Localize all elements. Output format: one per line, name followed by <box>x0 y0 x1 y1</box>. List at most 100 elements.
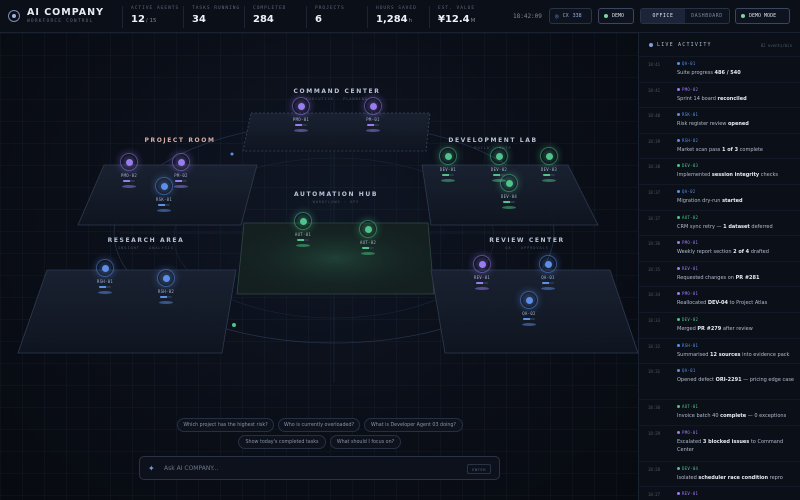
activity-item[interactable]: 18:33 DEV-02 Merged PR #279 after review <box>639 311 800 338</box>
agent-core-icon <box>495 152 503 160</box>
agent-id: QA-01 <box>541 275 555 280</box>
activity-item[interactable]: 18:27REV-01Approved design review System… <box>639 486 800 500</box>
panel-meta: 82 events/min <box>760 43 792 48</box>
activity-text-highlight: reconciled <box>717 95 747 102</box>
agent-aut-02[interactable]: AUT-02 <box>353 220 383 255</box>
activity-agent-id: DEV-03 <box>682 163 699 169</box>
activity-item[interactable]: 18:31 QA-01 Opened defect ORI-2291 — prici… <box>639 363 800 399</box>
activity-item[interactable]: 18:34 PMO-01 Reallocated DEV-04 to Project… <box>639 286 800 312</box>
agent-rsk-01[interactable]: RSK-01 <box>149 177 179 212</box>
activity-item[interactable]: 18:40 RSK-01 Risk register review opened <box>639 107 800 133</box>
cx-chip[interactable]: ◎ CX 338 <box>549 8 592 24</box>
agent-rev-01[interactable]: REV-01 <box>467 255 497 290</box>
agent-pmo-02[interactable]: PMO-02 <box>114 153 144 188</box>
suggestion-chip[interactable]: What is Developer Agent 03 doing? <box>364 418 463 432</box>
activity-item[interactable]: 18:29 PMO-01 Escalated 3 blocked issues to… <box>639 424 800 461</box>
enter-key-hint[interactable]: ENTER <box>467 464 491 474</box>
activity-time: 18:37 <box>648 215 661 221</box>
room-development-title: DEVELOPMENT LAB <box>448 137 538 144</box>
agent-aut-01[interactable]: AUT-01 <box>288 212 318 247</box>
suggestion-chip[interactable]: Who is currently overloaded? <box>278 418 360 432</box>
agent-dot-icon <box>677 292 680 296</box>
agent-qa-02[interactable]: QA-02 <box>514 291 544 326</box>
activity-item[interactable]: 18:32 RSH-01 Summarised 12 sources into ev… <box>639 337 800 364</box>
activity-agent-id: RSH-01 <box>682 342 699 348</box>
agent-rsh-02[interactable]: RSH-02 <box>151 269 181 304</box>
activity-agent-id: QA-02 <box>682 188 696 194</box>
activity-item[interactable]: 18:37 QA-02 Migration dry-run started <box>639 183 800 210</box>
agent-shadow <box>159 300 173 304</box>
activity-agent-id: PMO-01 <box>682 429 699 435</box>
activity-time: 18:41 <box>648 87 661 93</box>
suggestion-chip[interactable]: Which project has the highest risk? <box>177 418 274 432</box>
activity-agent-id: REV-01 <box>682 491 699 497</box>
agent-load-bar <box>99 286 111 288</box>
agent-dot-icon <box>677 241 680 245</box>
agent-pm-01[interactable]: PM-01 <box>358 97 388 132</box>
stat-est-value: EST. VALUE ¥12.4M <box>429 6 475 28</box>
agent-dot-icon <box>677 430 680 434</box>
activity-text-post: drafted <box>749 249 769 256</box>
stat-label: ACTIVE AGENTS <box>131 6 180 11</box>
room-command-floor[interactable] <box>242 112 431 152</box>
demo-chip[interactable]: DEMO <box>598 8 634 24</box>
activity-item[interactable]: 18:39 RSH-02 Market scan pass 1 of 3 compl… <box>639 132 800 159</box>
room-research-subtitle: INSIGHT · ANALYSIS <box>118 246 174 250</box>
agent-id: REV-01 <box>473 275 491 280</box>
suggestion-chip[interactable]: Show today's completed tasks <box>238 435 326 449</box>
agent-shadow <box>294 128 308 132</box>
activity-item[interactable]: 18:38 DEV-03 Implemented session integrity… <box>639 158 800 184</box>
activity-text-highlight: 12 sources <box>710 351 741 358</box>
activity-text: Suite progress 486 / 540 <box>677 69 797 78</box>
activity-text-pre: Weekly report section <box>677 249 734 256</box>
activity-text-pre: Sprint 14 board <box>677 95 718 102</box>
suggestion-chip[interactable]: What should I focus on? <box>330 435 401 449</box>
agent-dev-04[interactable]: DEV-04 <box>494 174 524 209</box>
panel-title: LIVE ACTIVITY <box>657 42 712 48</box>
activity-item[interactable]: 18:36 PMO-01 Weekly report section 2 of 4 … <box>639 235 800 261</box>
room-automation-title: AUTOMATION HUB <box>293 191 379 198</box>
agent-dev-01[interactable]: DEV-01 <box>433 147 463 182</box>
activity-text: Sprint 14 board reconciled <box>677 95 797 104</box>
logo-icon <box>8 9 20 22</box>
activity-item[interactable]: 18:30 AUT-01 Invoice batch 40 complete — 0… <box>639 399 800 425</box>
activity-time: 18:34 <box>648 292 661 298</box>
activity-item[interactable]: 18:28 DEV-04 Isolated scheduler race condi… <box>639 460 800 487</box>
room-research-floor[interactable] <box>17 269 237 354</box>
activity-text-post: into evidence pack <box>740 351 790 358</box>
agent-pmo-01[interactable]: PMO-01 <box>286 97 316 132</box>
activity-text-highlight: DEV-04 <box>707 300 728 307</box>
stat-active-agents: ACTIVE AGENTS 12/ 15 <box>122 6 179 28</box>
activity-text-highlight: scheduler race condition <box>698 474 769 481</box>
tab-dashboard[interactable]: DASHBOARD <box>685 9 729 23</box>
activity-text-pre: Market scan pass <box>677 146 722 153</box>
activity-item[interactable]: 18:41 PMO-02 Sprint 14 board reconciled <box>639 81 800 108</box>
agent-dev-03[interactable]: DEV-03 <box>534 147 564 182</box>
activity-text: Reallocated DEV-04 to Project Atlas <box>677 299 797 308</box>
stat-label: COMPLETED <box>253 6 287 11</box>
room-review-subtitle: QA · APPROVALS <box>505 246 549 250</box>
ask-input[interactable] <box>164 462 454 475</box>
app-title: AI COMPANY <box>27 7 104 18</box>
cx-icon: ◎ <box>555 12 559 20</box>
agent-dot-icon <box>677 466 680 470</box>
live-activity-panel: LIVE ACTIVITY 82 events/min 18:41 QA-01 Su… <box>638 33 800 500</box>
demo-mode-button[interactable]: DEMO MODE <box>735 8 790 24</box>
activity-agent-id: QA-01 <box>682 368 696 374</box>
agent-rsh-01[interactable]: RSH-01 <box>90 259 120 294</box>
agent-load-bar <box>367 124 379 126</box>
activity-text-highlight: session integrity <box>711 172 760 179</box>
agent-qa-01[interactable]: QA-01 <box>533 255 563 290</box>
activity-text-highlight: 3 blocked issues <box>702 438 750 445</box>
agent-dot-icon <box>677 62 680 65</box>
activity-item[interactable]: 18:35 REV-01 Requested changes on PR #281 <box>639 260 800 287</box>
status-dot-icon <box>604 14 608 18</box>
activity-item[interactable]: 18:41 QA-01 Suite progress 486 / 540 <box>639 56 800 82</box>
agent-id: DEV-03 <box>540 167 558 172</box>
agent-core-icon <box>364 225 372 233</box>
stat-projects: PROJECTS 6 <box>306 6 345 28</box>
activity-item[interactable]: 18:37 AUT-02 CRM sync retry — 1 dataset de… <box>639 209 800 236</box>
tab-office[interactable]: OFFICE <box>641 9 685 23</box>
agent-id: DEV-04 <box>500 194 518 199</box>
stat-completed: COMPLETED 284 <box>244 6 286 28</box>
